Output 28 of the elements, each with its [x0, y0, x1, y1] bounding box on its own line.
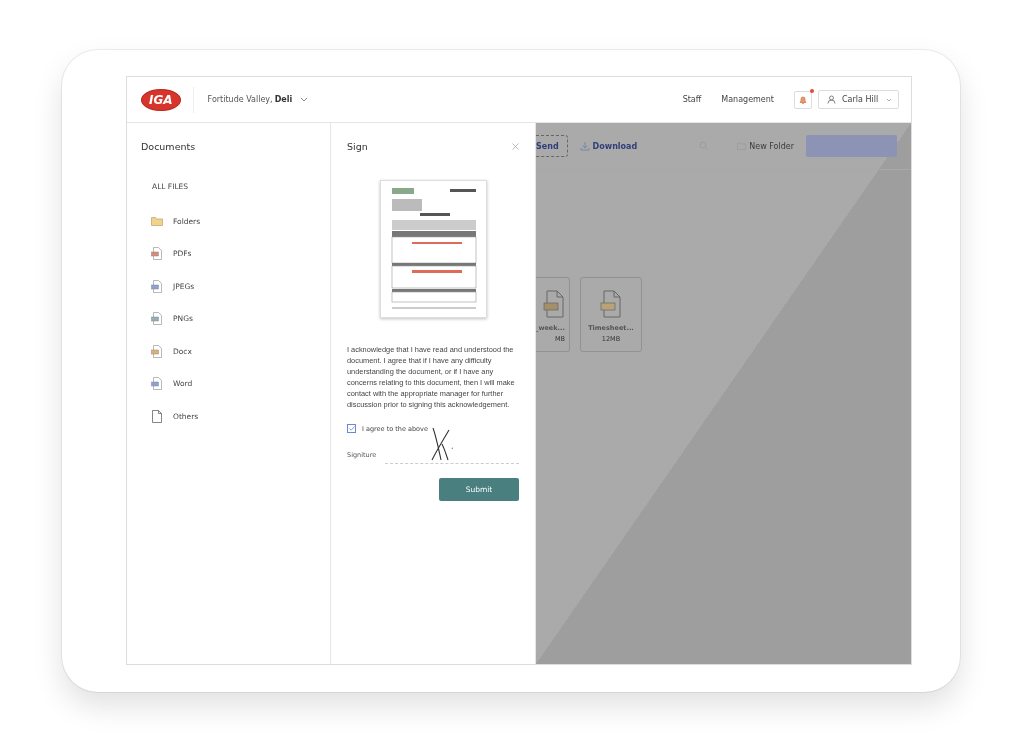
new-folder-button[interactable]: New Folder — [737, 141, 794, 151]
signature-field[interactable] — [385, 425, 519, 464]
chevron-down-icon — [886, 97, 892, 102]
send-button[interactable]: Send — [536, 135, 568, 157]
file-icon — [151, 312, 163, 326]
panel-title: Sign — [347, 141, 368, 152]
folder-icon — [151, 216, 163, 227]
chevron-down-icon — [300, 97, 309, 102]
file-icon — [600, 290, 622, 318]
file-icon — [543, 290, 565, 318]
store-selector[interactable]: Fortitude Valley, Deli — [207, 95, 309, 104]
nav-link[interactable]: Staff — [682, 95, 702, 104]
bell-icon — [798, 94, 808, 105]
download-button[interactable]: Download — [579, 141, 638, 151]
logo: IGA — [141, 88, 181, 111]
checkbox[interactable] — [347, 424, 356, 433]
file-icon — [151, 409, 163, 423]
close-icon[interactable] — [512, 143, 519, 150]
file-icon — [151, 377, 163, 391]
nav-link[interactable]: Management — [721, 95, 774, 104]
notification-button[interactable] — [794, 90, 812, 109]
user-menu[interactable]: Carla Hill — [818, 90, 899, 109]
file-icon — [151, 279, 163, 293]
file-icon — [151, 344, 163, 358]
download-icon — [579, 141, 590, 151]
file-icon — [151, 247, 163, 261]
sidebar-title: Documents — [141, 141, 197, 152]
user-icon — [827, 95, 836, 104]
